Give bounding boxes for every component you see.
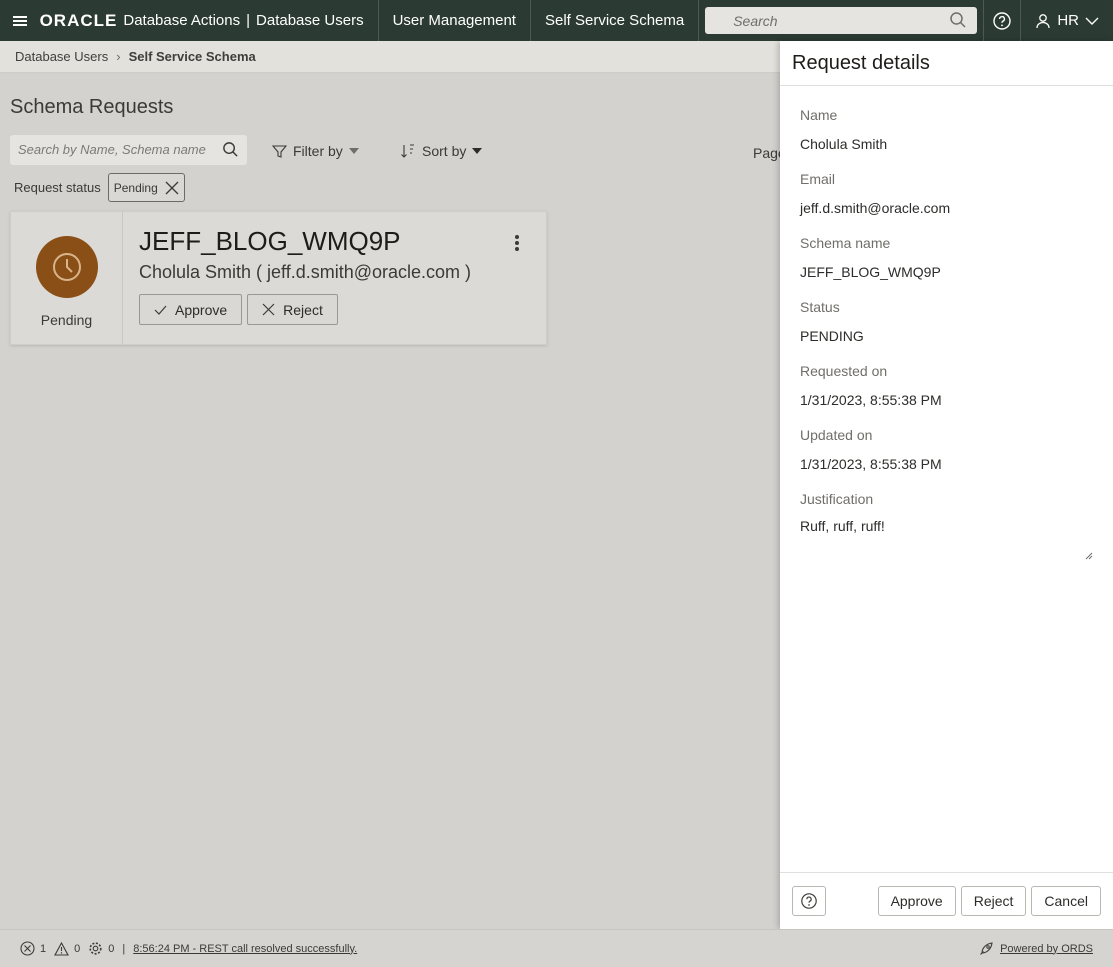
x-icon bbox=[262, 303, 275, 316]
card-requester: Cholula Smith ( jeff.d.smith@oracle.com … bbox=[139, 262, 472, 282]
filter-icon bbox=[272, 144, 287, 158]
field-label-email: Email bbox=[800, 171, 836, 187]
card-approve-label: Approve bbox=[175, 301, 228, 318]
status-message[interactable]: 8:56:24 PM - REST call resolved successf… bbox=[133, 943, 357, 955]
errors-count: 1 bbox=[40, 942, 47, 955]
drawer-approve-button[interactable]: Approve bbox=[877, 886, 956, 916]
drawer-help-button[interactable] bbox=[792, 886, 826, 916]
gear-icon bbox=[89, 942, 102, 955]
rocket-icon bbox=[980, 942, 993, 955]
request-details-drawer: Request details Name Cholula Smith Email… bbox=[780, 41, 1113, 929]
search-placeholder: Search by Name, Schema name bbox=[18, 142, 206, 157]
breadcrumb-parent[interactable]: Database Users bbox=[15, 49, 108, 64]
tasks-count: 0 bbox=[108, 942, 115, 955]
field-label-status: Status bbox=[800, 299, 840, 315]
powered-by-label: Powered by ORDS bbox=[1000, 942, 1093, 955]
sort-by-label: Sort by bbox=[422, 143, 467, 159]
breadcrumb-current: Self Service Schema bbox=[128, 49, 256, 64]
card-actions: Approve Reject bbox=[139, 294, 530, 325]
field-value-email: jeff.d.smith@oracle.com bbox=[800, 200, 951, 216]
justification-value: Ruff, ruff, ruff! bbox=[800, 518, 885, 534]
status-filter-label: Request status bbox=[14, 180, 101, 195]
warnings-indicator[interactable]: 0 bbox=[54, 941, 81, 956]
caret-down-icon bbox=[472, 148, 483, 154]
clock-icon bbox=[52, 253, 81, 281]
caret-down-icon bbox=[348, 148, 359, 154]
search-icon[interactable] bbox=[222, 141, 239, 161]
drawer-reject-button[interactable]: Reject bbox=[960, 886, 1027, 916]
global-search-input[interactable]: Search bbox=[705, 7, 977, 34]
status-filter-row: Request status Pending bbox=[14, 173, 185, 202]
check-icon bbox=[154, 305, 167, 315]
close-icon[interactable] bbox=[164, 180, 180, 196]
chevron-right-icon: › bbox=[116, 49, 121, 64]
user-menu[interactable]: HR bbox=[1020, 0, 1113, 41]
page-title: Schema Requests bbox=[10, 96, 174, 118]
field-label-schema: Schema name bbox=[800, 235, 891, 251]
card-body: JEFF_BLOG_WMQ9P Cholula Smith ( jeff.d.s… bbox=[123, 212, 546, 344]
main-content: Schema Requests Search by Name, Schema n… bbox=[0, 73, 786, 929]
field-value-name: Cholula Smith bbox=[800, 136, 888, 152]
status-chip-label: Pending bbox=[113, 180, 158, 195]
brand: ORACLE Database Actions | Database Users bbox=[40, 0, 378, 41]
more-options-icon[interactable] bbox=[514, 234, 520, 257]
status-filter-chip[interactable]: Pending bbox=[107, 173, 185, 202]
brand-separator: | bbox=[246, 12, 251, 29]
field-label-requested: Requested on bbox=[800, 363, 888, 379]
nav-self-service-schema[interactable]: Self Service Schema bbox=[529, 0, 700, 41]
search-input[interactable]: Search by Name, Schema name bbox=[10, 135, 247, 165]
drawer-footer: Approve Reject Cancel bbox=[780, 872, 1113, 929]
card-approve-button[interactable]: Approve bbox=[139, 294, 243, 325]
status-separator: | bbox=[122, 942, 126, 955]
card-status-label: Pending bbox=[40, 312, 93, 328]
card-schema-name: JEFF_BLOG_WMQ9P bbox=[139, 226, 401, 256]
sort-icon bbox=[401, 144, 414, 158]
nav-user-management[interactable]: User Management bbox=[377, 0, 530, 41]
warning-icon bbox=[54, 941, 70, 956]
oracle-logo: ORACLE bbox=[39, 10, 118, 30]
sort-by-button[interactable]: Sort by bbox=[400, 143, 483, 159]
brand-section: Database Users bbox=[256, 12, 364, 29]
top-bar: ORACLE Database Actions | Database Users… bbox=[0, 0, 1113, 41]
field-value-status: PENDING bbox=[800, 328, 864, 344]
field-value-schema: JEFF_BLOG_WMQ9P bbox=[800, 264, 941, 280]
user-name: HR bbox=[1057, 12, 1079, 29]
drawer-cancel-button[interactable]: Cancel bbox=[1031, 886, 1101, 916]
drawer-actions: Approve Reject Cancel bbox=[877, 886, 1101, 916]
status-circle bbox=[35, 236, 98, 298]
warnings-count: 0 bbox=[74, 942, 81, 955]
search-icon[interactable] bbox=[949, 11, 967, 32]
card-reject-button[interactable]: Reject bbox=[247, 294, 338, 325]
card-reject-label: Reject bbox=[283, 301, 323, 318]
error-icon bbox=[20, 941, 35, 956]
field-label-name: Name bbox=[800, 107, 838, 123]
drawer-content: Name Cholula Smith Email jeff.d.smith@or… bbox=[780, 86, 1113, 560]
filter-by-label: Filter by bbox=[293, 143, 343, 159]
chevron-down-icon bbox=[1085, 17, 1099, 25]
tasks-indicator[interactable]: 0 bbox=[88, 941, 114, 956]
errors-indicator[interactable]: 1 bbox=[20, 941, 46, 956]
help-icon[interactable] bbox=[982, 0, 1021, 41]
justification-textarea[interactable]: Ruff, ruff, ruff! bbox=[800, 518, 1093, 560]
global-search-placeholder: Search bbox=[733, 12, 778, 29]
schema-request-card[interactable]: Pending JEFF_BLOG_WMQ9P Cholula Smith ( … bbox=[10, 211, 547, 345]
user-icon bbox=[1036, 13, 1050, 28]
filter-by-button[interactable]: Filter by bbox=[272, 143, 359, 159]
field-value-updated: 1/31/2023, 8:55:38 PM bbox=[800, 456, 942, 472]
hamburger-menu-icon[interactable] bbox=[0, 0, 40, 41]
resize-grip-icon[interactable] bbox=[1085, 552, 1093, 560]
card-status-panel: Pending bbox=[11, 212, 123, 344]
powered-by-link[interactable]: Powered by ORDS bbox=[979, 941, 1093, 956]
drawer-title: Request details bbox=[780, 41, 1113, 86]
field-label-updated: Updated on bbox=[800, 427, 873, 443]
status-bar: 1 0 0 | 8:56:24 PM - REST call resolved … bbox=[0, 929, 1113, 967]
field-value-requested: 1/31/2023, 8:55:38 PM bbox=[800, 392, 942, 408]
help-icon bbox=[801, 893, 817, 909]
brand-product: Database Actions bbox=[123, 12, 241, 29]
field-label-justification: Justification bbox=[800, 491, 874, 507]
